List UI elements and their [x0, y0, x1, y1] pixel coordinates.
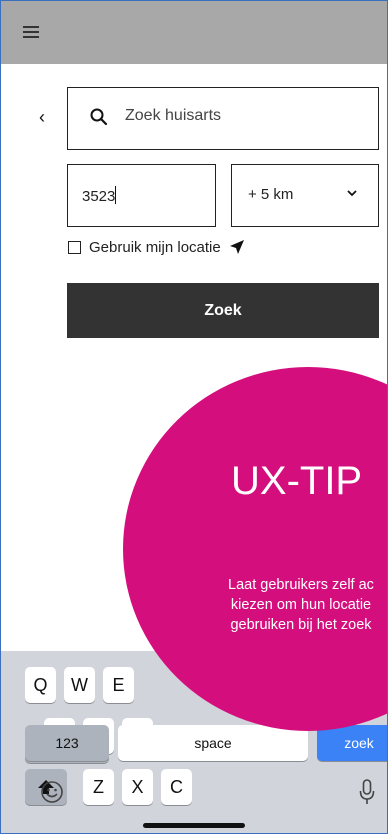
phone-screen: ‹ 3523 + 5 km Gebruik mijn locatie Zoek …	[0, 0, 388, 834]
space-key[interactable]: space	[118, 725, 308, 761]
key-z[interactable]: Z	[83, 769, 114, 805]
home-indicator	[143, 823, 245, 828]
chevron-left-icon[interactable]: ‹	[39, 107, 45, 128]
key-x[interactable]: X	[122, 769, 153, 805]
use-location-checkbox[interactable]	[68, 240, 81, 254]
postcode-value: 3523	[82, 188, 116, 205]
navigation-arrow-icon	[229, 240, 244, 254]
ux-tip-line: Laat gebruikers zelf ac	[228, 577, 374, 593]
ux-tip-title: UX-TIP	[231, 459, 363, 503]
text-cursor	[115, 186, 117, 204]
search-field[interactable]	[67, 87, 379, 150]
numbers-key[interactable]: 123	[25, 725, 109, 761]
top-bar	[1, 1, 387, 64]
use-location-label: Gebruik mijn locatie	[89, 238, 221, 256]
postcode-field[interactable]: 3523	[67, 164, 216, 227]
search-key[interactable]: zoek	[317, 725, 387, 761]
chevron-down-icon	[347, 190, 357, 197]
use-location-row: Gebruik mijn locatie	[68, 236, 245, 258]
distance-select[interactable]: + 5 km	[231, 164, 379, 227]
ux-tip-text: Laat gebruikers zelf ac kiezen om hun lo…	[171, 575, 387, 635]
ux-tip-line: gebruiken bij het zoek	[230, 617, 372, 633]
search-input[interactable]	[123, 106, 367, 126]
ux-tip-line: kiezen om hun locatie	[230, 597, 372, 613]
key-e[interactable]: E	[103, 667, 134, 703]
key-w[interactable]: W	[64, 667, 95, 703]
key-c[interactable]: C	[161, 769, 192, 805]
emoji-icon[interactable]	[40, 780, 64, 804]
distance-value: + 5 km	[248, 186, 294, 203]
search-button[interactable]: Zoek	[67, 283, 379, 338]
hamburger-icon[interactable]	[23, 26, 39, 38]
search-icon	[90, 108, 108, 126]
microphone-icon[interactable]	[359, 779, 375, 805]
key-q[interactable]: Q	[25, 667, 56, 703]
